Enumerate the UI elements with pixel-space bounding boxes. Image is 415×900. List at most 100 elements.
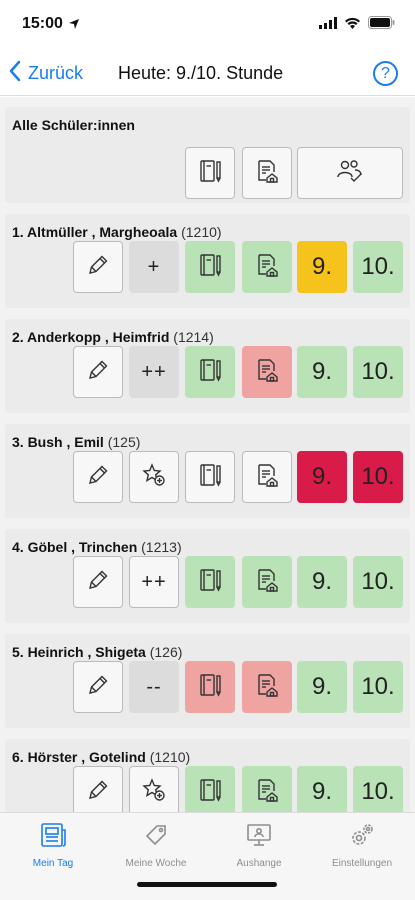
hour-9-button[interactable]: 9. (297, 346, 347, 398)
all-attendance-button[interactable] (297, 147, 403, 199)
student-id: (1210) (181, 224, 222, 240)
status-bar: 15:00 (0, 0, 415, 50)
all-students-label: Alle Schüler:innen (12, 117, 135, 133)
hour-9-label: 9. (311, 673, 332, 700)
hour-10-label: 10. (361, 463, 395, 490)
notebook-button[interactable] (185, 766, 235, 812)
tab-einstellungen[interactable]: Einstellungen (312, 821, 412, 869)
student-name: 4. Göbel , Trinchen (12, 539, 138, 555)
student-card: 2. Anderkopp , Heimfrid (1214) ++ 9. 10. (5, 319, 410, 413)
hour-9-button[interactable]: 9. (297, 241, 347, 293)
group-check-icon (334, 157, 366, 190)
rating-button[interactable]: -- (129, 661, 179, 713)
homework-icon (253, 251, 281, 284)
homework-button[interactable] (242, 661, 292, 713)
star-add-icon (140, 461, 168, 494)
gears-icon (347, 824, 377, 853)
newspaper-icon (38, 823, 68, 853)
tab-meine-woche[interactable]: Meine Woche (106, 821, 206, 869)
home-indicator (137, 882, 277, 887)
notebook-pencil-icon (196, 461, 224, 494)
tab-aushange[interactable]: Aushange (209, 821, 309, 869)
student-name: 2. Anderkopp , Heimfrid (12, 329, 170, 345)
rating-button[interactable]: + (129, 241, 179, 293)
homework-button[interactable] (242, 451, 292, 503)
student-id: (1213) (141, 539, 182, 555)
hour-9-label: 9. (311, 358, 332, 385)
edit-button[interactable] (73, 556, 123, 608)
signal-icon (319, 16, 337, 34)
hour-10-button[interactable]: 10. (353, 661, 403, 713)
homework-button[interactable] (242, 241, 292, 293)
notebook-button[interactable] (185, 556, 235, 608)
pencil-icon (85, 252, 111, 283)
notebook-button[interactable] (185, 451, 235, 503)
rating-value: + (147, 255, 161, 278)
hour-10-label: 10. (361, 358, 395, 385)
hour-10-button[interactable]: 10. (353, 451, 403, 503)
add-rating-button[interactable] (129, 451, 179, 503)
student-id: (1214) (173, 329, 214, 345)
notebook-pencil-icon (196, 251, 224, 284)
hour-9-button[interactable]: 9. (297, 556, 347, 608)
student-card: 4. Göbel , Trinchen (1213) ++ 9. 10. (5, 529, 410, 623)
homework-button[interactable] (242, 346, 292, 398)
student-card: 3. Bush , Emil (125) 9. 10. (5, 424, 410, 518)
pencil-icon (85, 672, 111, 703)
hour-10-label: 10. (361, 673, 395, 700)
notebook-button[interactable] (185, 346, 235, 398)
all-homework-button[interactable] (242, 147, 292, 199)
student-id: (126) (149, 644, 183, 660)
student-list[interactable]: Alle Schüler:innen 1. Altmüller , Marghe… (0, 97, 415, 812)
student-card: 5. Heinrich , Shigeta (126) -- 9. 10. (5, 634, 410, 728)
hour-9-label: 9. (311, 253, 332, 280)
student-card: 1. Altmüller , Margheoala (1210) + 9. 10… (5, 214, 410, 308)
back-label: Zurück (28, 63, 84, 83)
homework-icon (253, 776, 281, 809)
homework-button[interactable] (242, 556, 292, 608)
add-rating-button[interactable] (129, 766, 179, 812)
edit-button[interactable] (73, 346, 123, 398)
tab-mein-tag[interactable]: Mein Tag (3, 821, 103, 869)
monitor-icon (244, 824, 274, 853)
wifi-icon (344, 16, 361, 34)
hour-10-button[interactable]: 10. (353, 556, 403, 608)
battery-icon (368, 16, 395, 34)
rating-value: ++ (141, 570, 167, 593)
star-add-icon (140, 776, 168, 809)
notebook-pencil-icon (196, 566, 224, 599)
notebook-pencil-icon (196, 671, 224, 704)
notebook-pencil-icon (196, 157, 224, 190)
hour-9-button[interactable]: 9. (297, 661, 347, 713)
pencil-icon (85, 357, 111, 388)
homework-button[interactable] (242, 766, 292, 812)
hour-10-button[interactable]: 10. (353, 346, 403, 398)
hour-9-button[interactable]: 9. (297, 451, 347, 503)
student-id: (1210) (149, 749, 191, 765)
status-time: 15:00 (22, 15, 63, 32)
edit-button[interactable] (73, 451, 123, 503)
tab-label: Aushange (236, 858, 282, 869)
notebook-button[interactable] (185, 661, 235, 713)
rating-button[interactable]: ++ (129, 556, 179, 608)
hour-9-button[interactable]: 9. (297, 766, 347, 812)
hour-10-button[interactable]: 10. (353, 766, 403, 812)
student-name: 3. Bush , Emil (12, 434, 104, 450)
location-arrow-icon (68, 17, 80, 35)
chevron-left-icon (8, 60, 22, 87)
edit-button[interactable] (73, 766, 123, 812)
student-name: 1. Altmüller , Margheoala (12, 224, 178, 240)
help-button[interactable]: ? (373, 61, 398, 86)
tag-icon (141, 825, 171, 853)
rating-button[interactable]: ++ (129, 346, 179, 398)
hour-10-button[interactable]: 10. (353, 241, 403, 293)
pencil-icon (85, 462, 111, 493)
notebook-button[interactable] (185, 241, 235, 293)
back-button[interactable]: Zurück (8, 60, 83, 87)
all-notebook-button[interactable] (185, 147, 235, 199)
edit-button[interactable] (73, 241, 123, 293)
hour-10-label: 10. (361, 778, 395, 805)
tab-label: Meine Woche (125, 858, 187, 869)
edit-button[interactable] (73, 661, 123, 713)
notebook-pencil-icon (196, 356, 224, 389)
